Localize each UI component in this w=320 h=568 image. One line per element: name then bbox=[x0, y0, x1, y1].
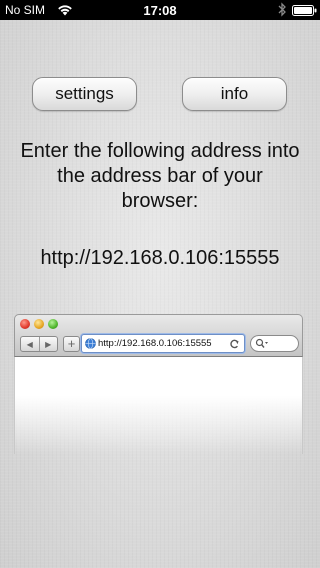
instructions-text: Enter the following address into the add… bbox=[20, 140, 300, 212]
settings-button[interactable]: settings bbox=[32, 77, 137, 111]
search-icon bbox=[255, 338, 268, 348]
search-field bbox=[250, 335, 299, 352]
battery-icon bbox=[292, 5, 317, 16]
add-bookmark-icon: + bbox=[63, 336, 80, 352]
clock: 17:08 bbox=[143, 3, 177, 18]
globe-icon bbox=[85, 338, 96, 349]
forward-arrow-icon: ▶ bbox=[38, 337, 58, 351]
info-button[interactable]: info bbox=[182, 77, 287, 111]
status-bar: No SIM 17:08 bbox=[0, 0, 320, 20]
browser-content-area bbox=[14, 357, 303, 454]
bluetooth-icon bbox=[278, 2, 286, 17]
browser-toolbar: ◀ ▶ + http://192.168.0.106:15555 bbox=[14, 314, 303, 357]
reload-icon bbox=[230, 339, 239, 349]
close-dot-icon bbox=[20, 319, 30, 329]
zoom-dot-icon bbox=[48, 319, 58, 329]
back-forward-buttons: ◀ ▶ bbox=[20, 336, 58, 352]
back-arrow-icon: ◀ bbox=[26, 339, 33, 349]
browser-illustration: ◀ ▶ + http://192.168.0.106:15555 bbox=[14, 314, 303, 454]
minimize-dot-icon bbox=[34, 319, 44, 329]
server-address: http://192.168.0.106:15555 bbox=[40, 247, 280, 269]
url-text: http://192.168.0.106:15555 bbox=[98, 338, 212, 349]
url-bar: http://192.168.0.106:15555 bbox=[81, 334, 245, 353]
